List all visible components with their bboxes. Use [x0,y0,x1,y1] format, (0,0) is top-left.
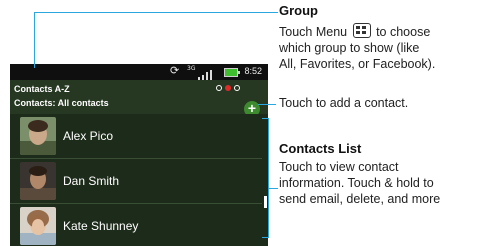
group-callout-line1: Touch Menu to choose [279,23,430,40]
page-dot-3 [234,85,240,91]
group-callout-text-after: to choose [376,25,431,39]
group-callout-title: Group [279,3,318,18]
page-title: Contacts A-Z [14,84,70,94]
signal-icon [198,67,212,80]
avatar [20,117,56,155]
contacts-header[interactable]: Contacts A-Z Contacts: All contacts + [10,80,268,117]
group-callout-line3: All, Favorites, or Facebook). [279,57,436,71]
group-callout-line2: which group to show (like [279,41,420,55]
list-callout-line [268,188,278,189]
contact-name: Kate Shunney [63,219,139,233]
contact-row[interactable]: Alex Pico [10,114,262,158]
list-callout-line1: Touch to view contact [279,160,399,174]
scrollbar[interactable] [264,196,267,208]
avatar [20,162,56,200]
list-callout-bracket [268,118,269,238]
group-callout-line [34,12,35,68]
sync-icon: ⟳ [170,64,180,77]
contact-name: Dan Smith [63,174,120,188]
status-bar: ⟳ 3G 8:52 [10,64,268,80]
contact-row[interactable]: Kate Shunney [10,204,262,246]
phone-screen: ⟳ 3G 8:52 Contacts A-Z Contacts: All con… [10,64,268,246]
group-callout-line-horizontal [34,12,278,13]
list-callout-line3: send email, delete, and more [279,192,441,206]
menu-key-icon [352,23,371,38]
add-callout-text: Touch to add a contact. [279,96,409,110]
list-callout-line2: information. Touch & hold to [279,176,434,190]
clock: 8:52 [244,66,262,76]
contact-row[interactable]: Dan Smith [10,159,262,203]
list-callout-title: Contacts List [279,141,362,156]
add-callout-line [258,104,276,105]
page-dot-2-active [225,85,231,91]
avatar [20,207,56,245]
list-callout-bracket-top [262,118,269,119]
list-callout-bracket-bottom [262,237,269,238]
group-callout-text-before: Touch Menu [279,25,348,39]
page-dot-1 [216,85,222,91]
battery-icon [224,68,240,77]
group-filter-label[interactable]: Contacts: All contacts [14,98,109,108]
contact-name: Alex Pico [63,129,114,143]
network-label: 3G [187,65,196,72]
